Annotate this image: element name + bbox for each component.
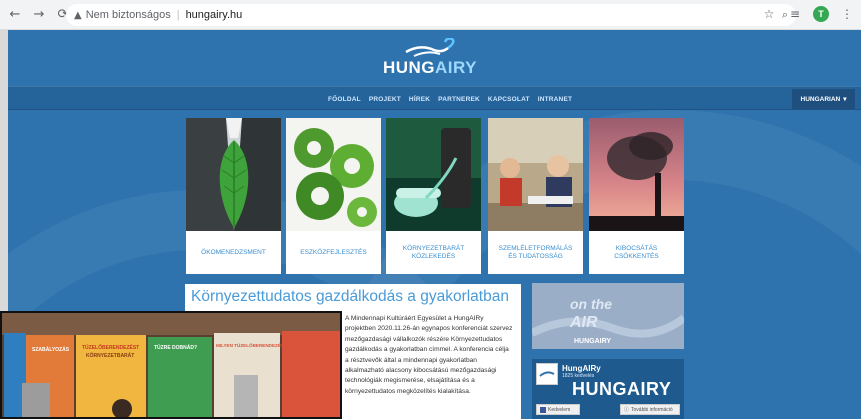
tile-image-smokestack bbox=[589, 118, 684, 231]
language-select[interactable]: HUNGARIAN ▾ bbox=[792, 89, 855, 109]
nav-item-kapcsolat[interactable]: KAPCSOLAT bbox=[488, 96, 530, 103]
article-title[interactable]: Környezettudatos gazdálkodás a gyakorlat… bbox=[191, 288, 509, 306]
url-text[interactable]: hungairy.hu bbox=[186, 9, 243, 21]
facebook-page-widget[interactable]: HungAIRy 1825 kedvelés HUNGAIRY Kedvelem… bbox=[532, 359, 684, 419]
main-navigation: FŐOLDAL PROJEKT HÍREK PARTNEREK KAPCSOLA… bbox=[8, 86, 861, 110]
on-air-brand: HUNGAIRY bbox=[574, 338, 611, 345]
tile-kibocsatas-csokkentes[interactable]: KIBOCSÁTÁS CSÖKKENTÉS bbox=[589, 118, 684, 274]
tile-label: KÖRNYEZETBARÁT KÖZLEKEDÉS bbox=[402, 244, 465, 260]
tile-label: KIBOCSÁTÁS CSÖKKENTÉS bbox=[614, 244, 659, 260]
article-body: A Mindennapi Kultúráért Egyesület a Hung… bbox=[345, 315, 513, 395]
address-bar[interactable]: ▲ Nem biztonságos | hungairy.hu ⌕ bbox=[66, 4, 796, 26]
on-the-air-banner[interactable]: on the AIR HUNGAIRY bbox=[532, 283, 684, 349]
facebook-like-button[interactable]: Kedvelem bbox=[536, 404, 580, 415]
tile-image-gears bbox=[286, 118, 381, 231]
caret-down-icon: ▾ bbox=[843, 96, 847, 103]
tile-okomenedzsment[interactable]: ÖKOMENEDZSMENT bbox=[186, 118, 281, 274]
poster-title-kornyezetbarat: KÖRNYEZETBARÁT bbox=[86, 352, 134, 359]
facebook-more-info-button[interactable]: ⓘ További információ bbox=[620, 404, 680, 415]
profile-avatar[interactable]: T bbox=[813, 6, 829, 22]
address-separator: | bbox=[176, 9, 180, 21]
poster-title-tuzeloberendezes: TÜZELŐBERENDEZÉST bbox=[82, 343, 139, 351]
security-label[interactable]: Nem biztonságos bbox=[86, 9, 171, 21]
tile-kornyezetbarat-kozlekedes[interactable]: KÖRNYEZETBARÁT KÖZLEKEDÉS bbox=[386, 118, 481, 274]
facebook-page-avatar[interactable] bbox=[536, 363, 558, 385]
facebook-page-name[interactable]: HungAIRy bbox=[562, 364, 601, 373]
tile-szemleletformalas[interactable]: SZEMLÉLETFORMÁLÁS ÉS TUDATOSSÁG bbox=[488, 118, 583, 274]
on-air-line2: AIR bbox=[569, 314, 598, 331]
on-air-line1: on the bbox=[570, 296, 612, 312]
info-icon: ⓘ bbox=[624, 407, 630, 413]
nav-item-projekt[interactable]: PROJEKT bbox=[369, 96, 401, 103]
nav-item-partnerek[interactable]: PARTNEREK bbox=[438, 96, 480, 103]
nav-item-hirek[interactable]: HÍREK bbox=[409, 96, 430, 103]
more-menu-icon[interactable]: ⋮ bbox=[839, 7, 855, 21]
tile-image-suit bbox=[186, 118, 281, 231]
browser-toolbar: ← → ⟳ ▲ Nem biztonságos | hungairy.hu ⌕ … bbox=[0, 0, 861, 30]
tile-image-ev-charger bbox=[386, 118, 481, 231]
facebook-more-label: További információ bbox=[631, 406, 673, 413]
logo-wordmark: HUNGAIRY bbox=[382, 58, 478, 77]
forward-icon[interactable]: → bbox=[30, 6, 48, 24]
facebook-icon bbox=[540, 406, 546, 413]
warning-icon[interactable]: ▲ bbox=[74, 10, 82, 21]
poster-title-szabalyozas: SZABÁLYOZÁS bbox=[32, 346, 70, 353]
facebook-cover-wordmark: HUNGAIRY bbox=[572, 379, 672, 399]
nav-item-fooldal[interactable]: FŐOLDAL bbox=[328, 96, 361, 103]
poster-title-tuzre-dobnad: TÜZRE DOBNÁD? bbox=[154, 344, 197, 351]
tile-image-classroom bbox=[488, 118, 583, 231]
poster-title-milyen: MILYEN TÜZELŐBERENDEZÉST VÁLASSZAK? bbox=[216, 341, 319, 348]
back-icon[interactable]: ← bbox=[6, 6, 24, 24]
tile-eszkozfejlesztes[interactable]: ESZKÖZFEJLESZTÉS bbox=[286, 118, 381, 274]
site-logo[interactable]: HUNGAIRY bbox=[380, 38, 480, 78]
tile-label: SZEMLÉLETFORMÁLÁS ÉS TUDATOSSÁG bbox=[498, 244, 573, 260]
tile-label: ESZKÖZFEJLESZTÉS bbox=[300, 248, 367, 256]
facebook-like-label: Kedvelem bbox=[548, 406, 571, 413]
language-label: HUNGARIAN bbox=[800, 95, 841, 103]
wind-logo-icon bbox=[405, 38, 455, 57]
playlist-icon[interactable]: ≡ bbox=[787, 7, 803, 21]
nav-item-intranet[interactable]: INTRANET bbox=[538, 96, 572, 103]
exhibition-photo: SZABÁLYOZÁS TÜZELŐBERENDEZÉST KÖRNYEZETB… bbox=[0, 311, 342, 419]
star-icon[interactable]: ☆ bbox=[761, 7, 777, 21]
tile-label: ÖKOMENEDZSMENT bbox=[201, 248, 266, 256]
